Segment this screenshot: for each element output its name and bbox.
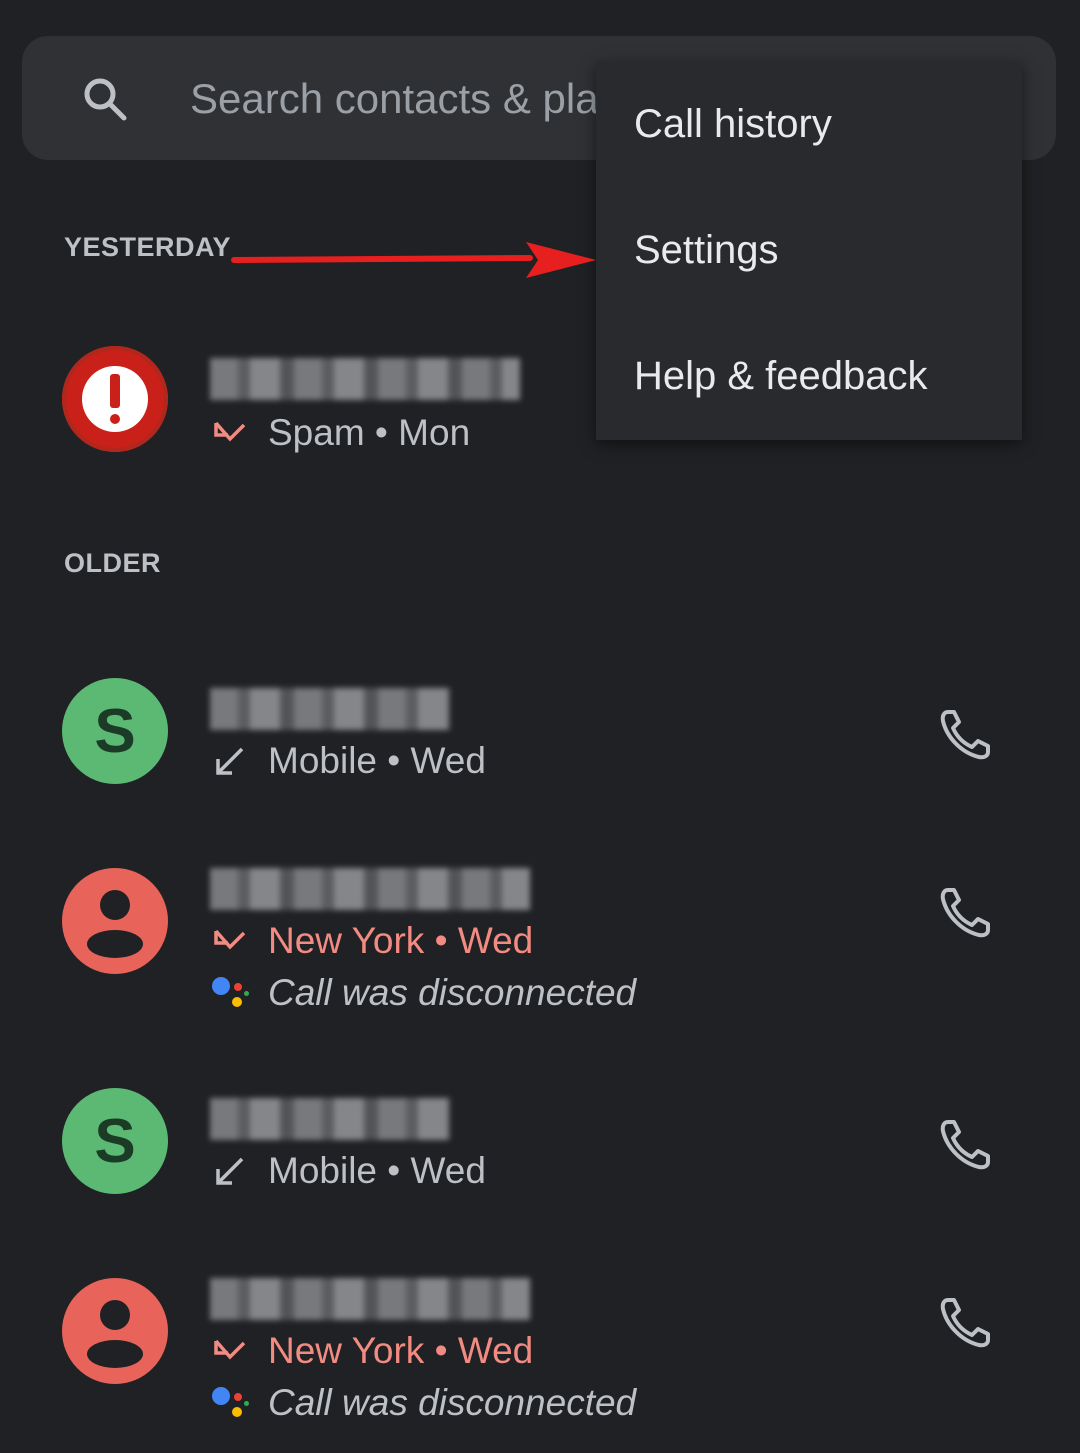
section-header-older: OLDER <box>64 548 161 578</box>
call-detail-text: Mobile • Wed <box>268 1150 486 1191</box>
phone-icon[interactable] <box>936 884 994 942</box>
missed-call-icon <box>214 1339 246 1360</box>
contact-avatar: S <box>62 678 168 784</box>
phone-icon[interactable] <box>936 1116 994 1174</box>
menu-item-call-history[interactable]: Call history <box>634 102 832 147</box>
call-detail-text: Mobile • Wed <box>268 740 486 781</box>
google-assistant-icon <box>210 1383 250 1423</box>
contact-name-redacted <box>210 688 450 730</box>
call-detail-text: Spam • Mon <box>268 412 471 453</box>
menu-item-settings[interactable]: Settings <box>634 228 779 273</box>
search-icon[interactable] <box>80 74 128 122</box>
contact-name-redacted <box>210 868 530 910</box>
person-avatar <box>62 868 168 974</box>
phone-icon[interactable] <box>936 1294 994 1352</box>
call-detail-text: New York • Wed <box>268 920 534 961</box>
outgoing-call-icon <box>216 1157 244 1185</box>
person-avatar <box>62 1278 168 1384</box>
contact-name-redacted <box>210 358 520 400</box>
overflow-menu: Call history Settings Help & feedback <box>596 62 1022 440</box>
contact-name-redacted <box>210 1278 530 1320</box>
call-detail-row: Mobile • Wed <box>210 1146 486 1196</box>
call-log-screen: Search contacts & pla YESTERDAY Spam • M… <box>0 0 1080 1453</box>
call-detail-row: Spam • Mon <box>210 408 470 458</box>
missed-call-icon <box>214 421 246 442</box>
call-note-text: Call was disconnected <box>268 972 637 1013</box>
call-detail-text: New York • Wed <box>268 1330 534 1371</box>
call-detail-row: New York • Wed <box>210 1326 533 1376</box>
missed-call-icon <box>214 929 246 950</box>
assistant-note-row: Call was disconnected <box>210 968 636 1018</box>
call-detail-row: New York • Wed <box>210 916 533 966</box>
contact-name-redacted <box>210 1098 450 1140</box>
call-note-text: Call was disconnected <box>268 1382 637 1423</box>
annotation-arrow-icon <box>231 242 596 278</box>
call-detail-row: Mobile • Wed <box>210 736 486 786</box>
contact-avatar: S <box>62 1088 168 1194</box>
google-assistant-icon <box>210 973 250 1013</box>
search-input[interactable]: Search contacts & pla <box>190 74 599 124</box>
spam-avatar <box>62 346 168 452</box>
section-header-yesterday: YESTERDAY <box>64 232 232 262</box>
assistant-note-row: Call was disconnected <box>210 1378 636 1428</box>
menu-item-help-feedback[interactable]: Help & feedback <box>634 354 928 399</box>
outgoing-call-icon <box>216 747 244 775</box>
phone-icon[interactable] <box>936 706 994 764</box>
